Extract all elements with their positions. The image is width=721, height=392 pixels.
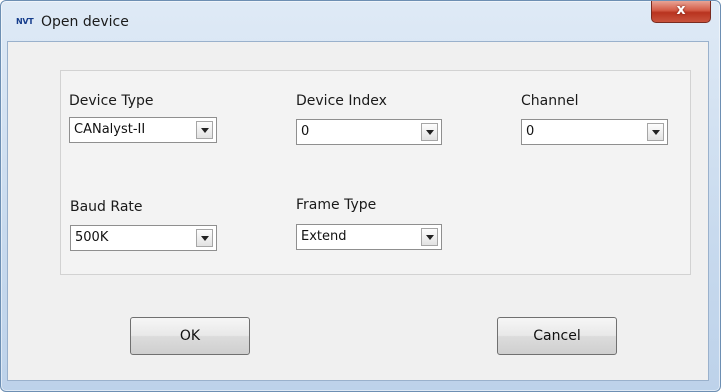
channel-label: Channel (521, 93, 579, 109)
frame-type-value: Extend (301, 229, 347, 244)
app-logo-icon: NVT (16, 17, 34, 26)
dialog-title: Open device (41, 14, 129, 30)
device-index-value: 0 (301, 124, 310, 139)
device-type-value: CANalyst-II (74, 122, 146, 137)
device-index-select[interactable]: 0 (296, 119, 442, 145)
baud-rate-select[interactable]: 500K (70, 225, 217, 251)
chevron-down-icon[interactable] (196, 229, 213, 247)
frame-type-select[interactable]: Extend (296, 224, 442, 250)
chevron-down-icon[interactable] (421, 228, 438, 246)
frame-type-label: Frame Type (296, 197, 377, 213)
chevron-down-icon[interactable] (196, 121, 213, 139)
device-type-select[interactable]: CANalyst-II (69, 117, 217, 143)
device-index-label: Device Index (296, 93, 387, 109)
cancel-button[interactable]: Cancel (497, 317, 617, 355)
chevron-down-icon[interactable] (647, 123, 664, 141)
channel-select[interactable]: 0 (521, 119, 668, 145)
device-type-label: Device Type (69, 93, 154, 109)
ok-button[interactable]: OK (130, 317, 250, 355)
baud-rate-label: Baud Rate (70, 199, 143, 215)
baud-rate-value: 500K (75, 230, 109, 245)
chevron-down-icon[interactable] (421, 123, 438, 141)
channel-value: 0 (526, 124, 535, 139)
close-button[interactable]: x (651, 1, 711, 23)
title-bar[interactable]: NVT Open device x (1, 1, 720, 41)
close-icon: x (676, 2, 686, 18)
